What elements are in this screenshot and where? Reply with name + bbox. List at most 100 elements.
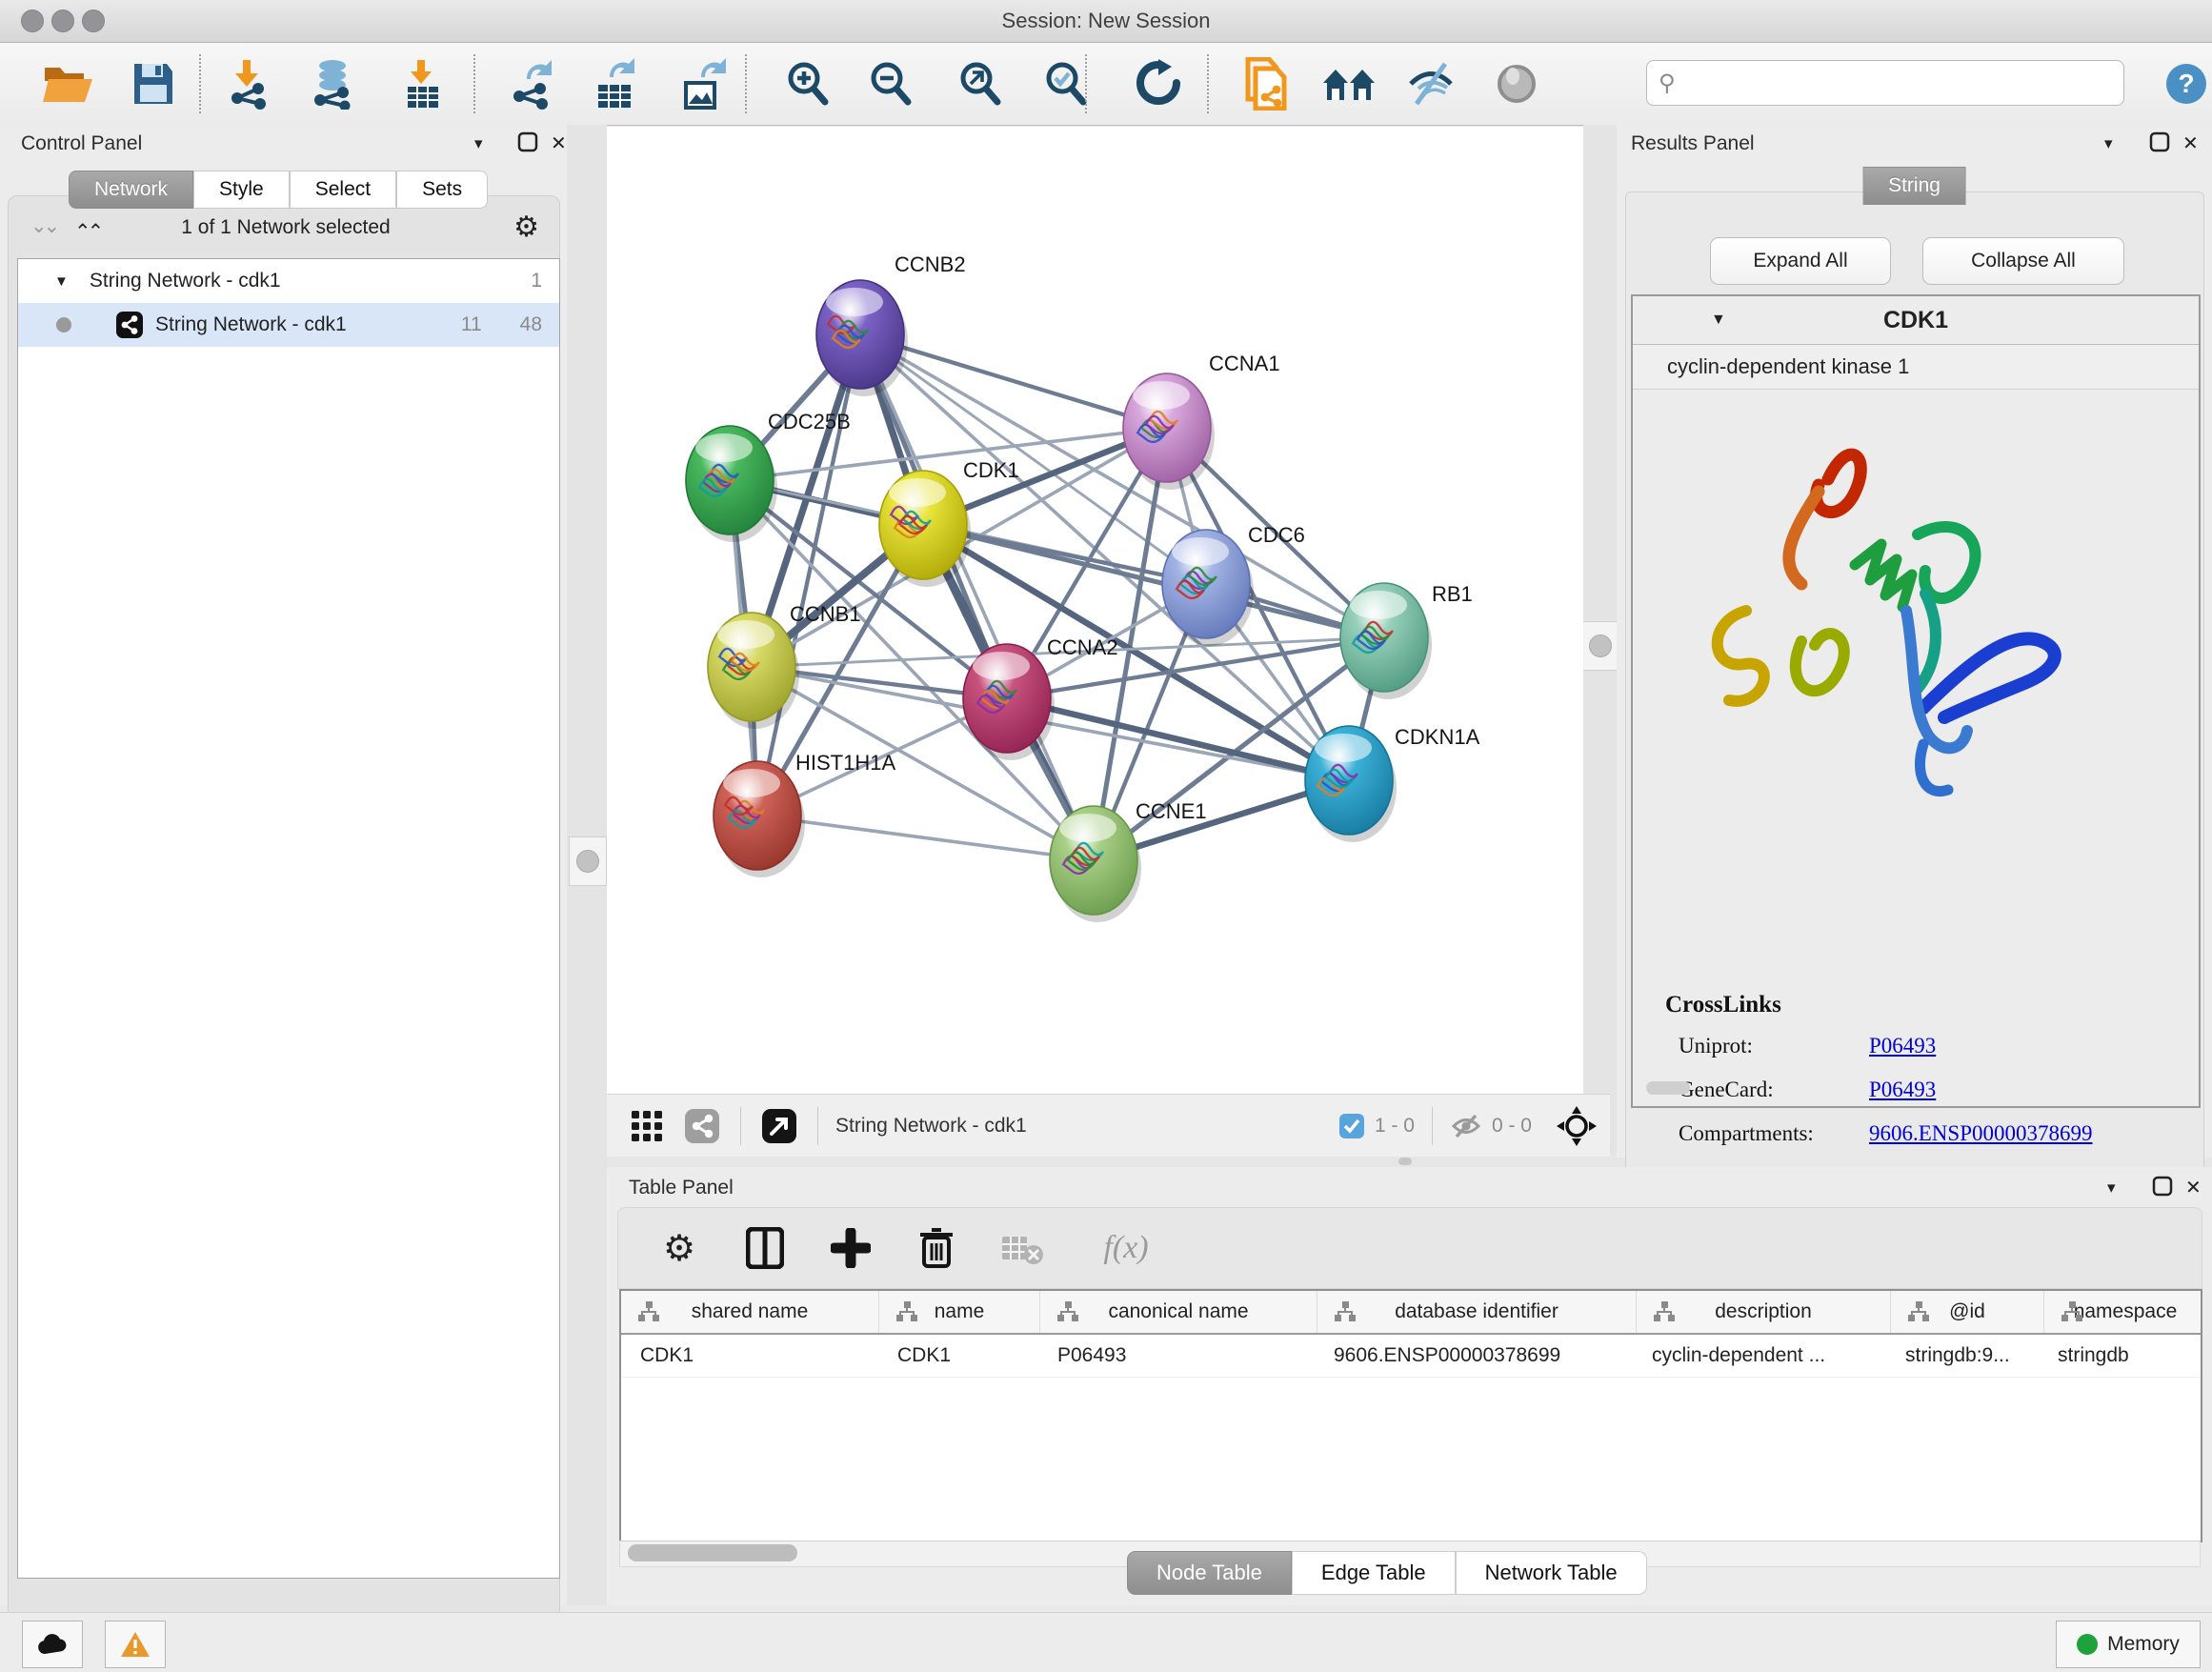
memory-button[interactable]: Memory	[2056, 1621, 2201, 1668]
split-columns-icon[interactable]	[740, 1223, 790, 1273]
cell-canonical-name[interactable]: P06493	[1038, 1335, 1315, 1377]
gear-icon[interactable]: ⚙	[513, 211, 539, 244]
edge-CDK1-RB1[interactable]	[923, 525, 1384, 637]
tab-node-table[interactable]: Node Table	[1127, 1551, 1292, 1595]
node-table[interactable]: shared namenamecanonical namedatabase id…	[619, 1289, 2202, 1542]
close-panel-icon[interactable]: ✕	[551, 131, 567, 155]
warning-button[interactable]	[105, 1621, 166, 1668]
expand-all-button[interactable]: Expand All	[1710, 237, 1891, 285]
panel-menu-icon[interactable]: ▾	[2104, 134, 2113, 153]
control-panel-title: Control Panel	[21, 132, 142, 155]
network-canvas[interactable]: CCNB2CCNA1CDC25BCDK1CDC6RB1CCNB1CCNA2CDK…	[607, 127, 1583, 1094]
tab-select[interactable]: Select	[290, 171, 396, 209]
selected-checkbox-icon[interactable]	[1338, 1113, 1365, 1139]
zoom-in-icon[interactable]	[780, 56, 835, 111]
zoom-fit-icon[interactable]	[953, 56, 1008, 111]
import-table-icon[interactable]	[394, 56, 450, 111]
birdseye-view-icon[interactable]	[681, 1101, 723, 1151]
tab-string[interactable]: String	[1862, 167, 1966, 205]
cell-name[interactable]: CDK1	[878, 1335, 1038, 1377]
cell-shared-name[interactable]: CDK1	[621, 1335, 878, 1377]
cell-@id[interactable]: stringdb:9...	[1886, 1335, 2039, 1377]
column-header-shared-name[interactable]: shared name	[621, 1291, 879, 1333]
tab-network[interactable]: Network	[69, 171, 193, 209]
clone-network-icon[interactable]	[1238, 56, 1294, 111]
gene-card-header[interactable]: ▼ CDK1	[1633, 296, 2199, 345]
node-CDC6[interactable]: CDC6	[1162, 523, 1305, 646]
node-label-CDC25B: CDC25B	[768, 410, 851, 433]
column-header-database-identifier[interactable]: database identifier	[1317, 1291, 1637, 1333]
cloud-status-button[interactable]	[22, 1621, 83, 1668]
column-header-canonical-name[interactable]: canonical name	[1040, 1291, 1317, 1333]
crosslink-row: GeneCard:P06493	[1679, 1068, 2093, 1112]
column-header-name[interactable]: name	[879, 1291, 1040, 1333]
zoom-out-icon[interactable]	[863, 56, 918, 111]
collapse-all-button[interactable]: Collapse All	[1922, 237, 2124, 285]
collection-expander-icon[interactable]: ▼	[54, 273, 69, 290]
search-input[interactable]: ⚲	[1646, 60, 2124, 106]
node-CDKN1A[interactable]: CDKN1A	[1305, 725, 1480, 842]
tab-sets[interactable]: Sets	[396, 171, 488, 209]
card-scrollbar-thumb[interactable]	[1646, 1081, 1690, 1095]
node-HIST1H1A[interactable]: HIST1H1A	[714, 751, 895, 877]
network-row[interactable]: String Network - cdk1 11 48	[18, 303, 559, 347]
table-header-row: shared namenamecanonical namedatabase id…	[621, 1291, 2201, 1335]
column-header-@id[interactable]: @id	[1891, 1291, 2044, 1333]
right-splitter-handle[interactable]	[1582, 621, 1619, 671]
gear-icon[interactable]: ⚙	[654, 1223, 704, 1273]
column-header-namespace[interactable]: namespace	[2044, 1291, 2202, 1333]
horizontal-splitter-handle[interactable]	[1394, 1156, 1417, 1167]
delete-icon[interactable]	[912, 1223, 961, 1273]
cell-database-identifier[interactable]: 9606.ENSP00000378699	[1315, 1335, 1633, 1377]
refresh-layout-icon[interactable]	[1131, 56, 1186, 111]
export-table-icon[interactable]	[588, 56, 643, 111]
function-icon[interactable]: f(x)	[1083, 1223, 1169, 1273]
cell-namespace[interactable]: stringdb	[2039, 1335, 2201, 1377]
node-CCNB2[interactable]: CCNB2	[816, 252, 966, 396]
table-row[interactable]: CDK1CDK1P064939606.ENSP00000378699cyclin…	[621, 1335, 2201, 1378]
tab-network-table[interactable]: Network Table	[1456, 1551, 1647, 1595]
panel-menu-icon[interactable]: ▾	[474, 134, 483, 153]
add-column-icon[interactable]	[826, 1223, 875, 1273]
enrichment-eye-icon[interactable]	[1403, 56, 1458, 111]
open-session-icon[interactable]	[40, 56, 95, 111]
close-panel-icon[interactable]: ✕	[2185, 1176, 2202, 1199]
save-session-icon[interactable]	[126, 56, 181, 111]
open-in-new-window-icon[interactable]	[758, 1101, 800, 1151]
delete-table-icon[interactable]	[997, 1223, 1047, 1273]
node-RB1[interactable]: RB1	[1340, 582, 1473, 699]
cell-description[interactable]: cyclin-dependent ...	[1633, 1335, 1886, 1377]
gene-expander-icon[interactable]: ▼	[1711, 312, 1726, 329]
import-network-file-icon[interactable]	[223, 56, 278, 111]
float-panel-icon[interactable]	[2151, 1175, 2174, 1198]
import-network-database-icon[interactable]	[305, 56, 360, 111]
close-panel-icon[interactable]: ✕	[2182, 131, 2199, 155]
tab-style[interactable]: Style	[193, 171, 290, 209]
edge-CCNB2-CCNE1[interactable]	[860, 334, 1094, 860]
column-header-description[interactable]: description	[1637, 1291, 1891, 1333]
node-CCNA1[interactable]: CCNA1	[1123, 352, 1280, 490]
string-home-icon[interactable]	[1321, 56, 1377, 111]
panel-menu-icon[interactable]: ▾	[2107, 1178, 2116, 1198]
sphere-icon[interactable]	[1489, 56, 1544, 111]
help-icon[interactable]: ?	[2159, 56, 2212, 111]
crosslink-link[interactable]: P06493	[1869, 1034, 1936, 1058]
edge-HIST1H1A-CCNE1[interactable]	[757, 816, 1094, 860]
export-image-icon[interactable]	[677, 56, 733, 111]
crosslink-link[interactable]: P06493	[1869, 1078, 1936, 1101]
tab-edge-table[interactable]: Edge Table	[1292, 1551, 1456, 1595]
cytoscape-window: Session: New Session ⚲ ? Control Panel ▾…	[0, 0, 2212, 1671]
float-panel-icon[interactable]	[516, 131, 539, 153]
edge-CCNB2-HIST1H1A[interactable]	[757, 334, 860, 816]
node-CCNE1[interactable]: CCNE1	[1050, 799, 1207, 922]
crosslink-link[interactable]: 9606.ENSP00000378699	[1869, 1121, 2093, 1145]
table-hscrollbar-thumb[interactable]	[628, 1544, 797, 1561]
export-network-icon[interactable]	[505, 56, 560, 111]
hidden-eye-icon[interactable]	[1450, 1112, 1482, 1140]
network-collection-row[interactable]: ▼ String Network - cdk1 1	[18, 259, 559, 303]
grid-view-icon[interactable]	[626, 1101, 668, 1151]
float-panel-icon[interactable]	[2148, 131, 2171, 153]
fit-selected-crosshair-icon[interactable]	[1555, 1104, 1599, 1148]
node-CCNB1[interactable]: CCNB1	[708, 602, 861, 729]
left-splitter-handle[interactable]	[569, 836, 607, 886]
